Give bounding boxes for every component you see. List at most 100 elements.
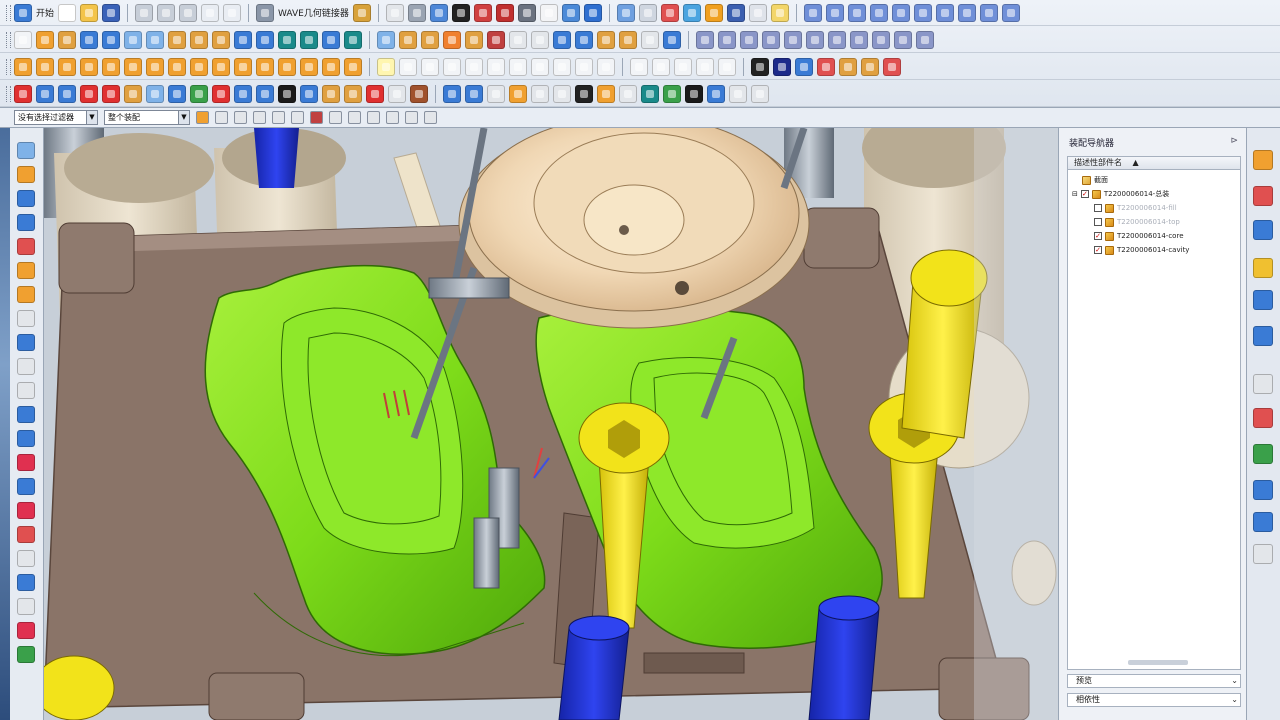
tree-item-root[interactable]: ⊟ ✓ T2200006014-总装	[1072, 187, 1169, 201]
left-tool-5-icon[interactable]	[17, 238, 35, 255]
dependency-section[interactable]: 相依性 ⌄	[1067, 693, 1241, 707]
left-tool-8-icon[interactable]	[17, 310, 35, 327]
note-mold-icon[interactable]	[729, 84, 747, 103]
assembly-2-icon[interactable]	[718, 30, 736, 49]
snap-end-icon[interactable]	[329, 111, 342, 124]
sub-insert-icon[interactable]	[322, 84, 340, 103]
standard-part-icon[interactable]	[234, 84, 252, 103]
snap-center-icon[interactable]	[367, 111, 380, 124]
draft-icon[interactable]	[443, 30, 461, 49]
copy-icon[interactable]	[157, 3, 176, 22]
cut-icon[interactable]	[135, 3, 154, 22]
select-edge-icon[interactable]	[234, 111, 247, 124]
left-tool-9-icon[interactable]	[17, 334, 35, 351]
mold-tool-4-icon[interactable]	[869, 3, 888, 22]
mold-tool-7-icon[interactable]	[935, 3, 954, 22]
left-tool-19-icon[interactable]	[17, 574, 35, 591]
csys-icon[interactable]	[674, 57, 692, 76]
select-feature-icon[interactable]	[310, 111, 323, 124]
curve-tool-12-icon[interactable]	[256, 57, 274, 76]
curve-tool-13-icon[interactable]	[278, 57, 296, 76]
start-menu-label[interactable]: 开始	[36, 6, 54, 19]
project-init-icon[interactable]	[36, 84, 54, 103]
split-body-icon[interactable]	[322, 30, 340, 49]
line-icon[interactable]	[399, 57, 417, 76]
left-tool-18-icon[interactable]	[17, 550, 35, 567]
assembly-4-icon[interactable]	[762, 30, 780, 49]
left-tool-1-icon[interactable]	[17, 142, 35, 159]
moldbase-icon[interactable]	[212, 84, 230, 103]
wave-link-icon[interactable]	[256, 3, 275, 22]
curve-tool-7-icon[interactable]	[146, 57, 164, 76]
snap-quadrant-icon[interactable]	[386, 111, 399, 124]
workpiece-icon[interactable]	[102, 84, 120, 103]
view-orient-icon[interactable]	[385, 3, 404, 22]
left-tool-17-icon[interactable]	[17, 526, 35, 543]
pin-icon[interactable]: ⊳	[1230, 136, 1238, 146]
tree-item-child-3[interactable]: ✓ T2200006014-core	[1094, 229, 1184, 243]
trim-curve-icon[interactable]	[509, 57, 527, 76]
extrude-icon[interactable]	[36, 30, 54, 49]
redo-icon[interactable]	[223, 3, 242, 22]
scope-dropdown[interactable]: 整个装配 ▼	[104, 110, 190, 125]
start-icon[interactable]	[14, 3, 32, 22]
sew-icon[interactable]	[531, 30, 549, 49]
mold-tool-6-icon[interactable]	[913, 3, 932, 22]
preview-section[interactable]: 预览 ⌄	[1067, 674, 1241, 688]
snap-mid-icon[interactable]	[348, 111, 361, 124]
measure-icon[interactable]	[352, 3, 371, 22]
unite-icon[interactable]	[234, 30, 252, 49]
wave-link-label[interactable]: WAVE几何链接器	[278, 6, 349, 19]
curve-tool-15-icon[interactable]	[322, 57, 340, 76]
move-face-icon[interactable]	[597, 30, 615, 49]
boss-icon[interactable]	[190, 30, 208, 49]
mirror-icon[interactable]	[465, 30, 483, 49]
curve-tool-8-icon[interactable]	[168, 57, 186, 76]
layer-icon[interactable]	[495, 3, 514, 22]
select-component-icon[interactable]	[291, 111, 304, 124]
assembly-7-icon[interactable]	[828, 30, 846, 49]
left-tool-4-icon[interactable]	[17, 214, 35, 231]
left-tool-12-icon[interactable]	[17, 406, 35, 423]
bom-icon[interactable]	[487, 84, 505, 103]
mold-tool-10-icon[interactable]	[1001, 3, 1020, 22]
left-tool-3-icon[interactable]	[17, 190, 35, 207]
offset-curve-icon[interactable]	[531, 57, 549, 76]
show-icon[interactable]	[839, 57, 857, 76]
part-navigator-icon[interactable]	[1253, 150, 1273, 170]
mold-tool-3-icon[interactable]	[847, 3, 866, 22]
process-studio-icon[interactable]	[1253, 444, 1273, 464]
electrode-icon[interactable]	[410, 84, 428, 103]
offset-face-icon[interactable]	[344, 30, 362, 49]
analysis-icon[interactable]	[682, 3, 701, 22]
resize-face-icon[interactable]	[641, 30, 659, 49]
hide-icon[interactable]	[817, 57, 835, 76]
delete-face-icon[interactable]	[619, 30, 637, 49]
pattern-icon[interactable]	[487, 30, 505, 49]
system-material-icon[interactable]	[1253, 408, 1273, 428]
curve-tool-9-icon[interactable]	[190, 57, 208, 76]
checkbox-icon[interactable]	[1094, 218, 1102, 226]
cylinder-icon[interactable]	[102, 30, 120, 49]
intersect-icon[interactable]	[278, 30, 296, 49]
gate-icon[interactable]	[344, 84, 362, 103]
assembly-9-icon[interactable]	[872, 30, 890, 49]
eject-table-icon[interactable]	[553, 84, 571, 103]
table-icon[interactable]	[726, 3, 745, 22]
collapse-icon[interactable]: ⊟	[1072, 190, 1078, 198]
csys-mold-icon[interactable]	[58, 84, 76, 103]
constraint-navigator-icon[interactable]	[1253, 220, 1273, 240]
snap-point-icon[interactable]	[196, 111, 209, 124]
snap-existing-icon[interactable]	[424, 111, 437, 124]
left-tool-2-icon[interactable]	[17, 166, 35, 183]
hole-table-icon[interactable]	[531, 84, 549, 103]
checkbox-icon[interactable]: ✓	[1080, 190, 1089, 198]
spline-icon[interactable]	[465, 57, 483, 76]
tree-column-header[interactable]: 描述性部件名 ▲	[1068, 157, 1240, 170]
sketch-icon[interactable]	[14, 30, 32, 49]
mold-tool-2-icon[interactable]	[825, 3, 844, 22]
zoom-icon[interactable]	[638, 3, 657, 22]
left-tool-7-icon[interactable]	[17, 286, 35, 303]
axis-icon[interactable]	[696, 57, 714, 76]
assembly-8-icon[interactable]	[850, 30, 868, 49]
